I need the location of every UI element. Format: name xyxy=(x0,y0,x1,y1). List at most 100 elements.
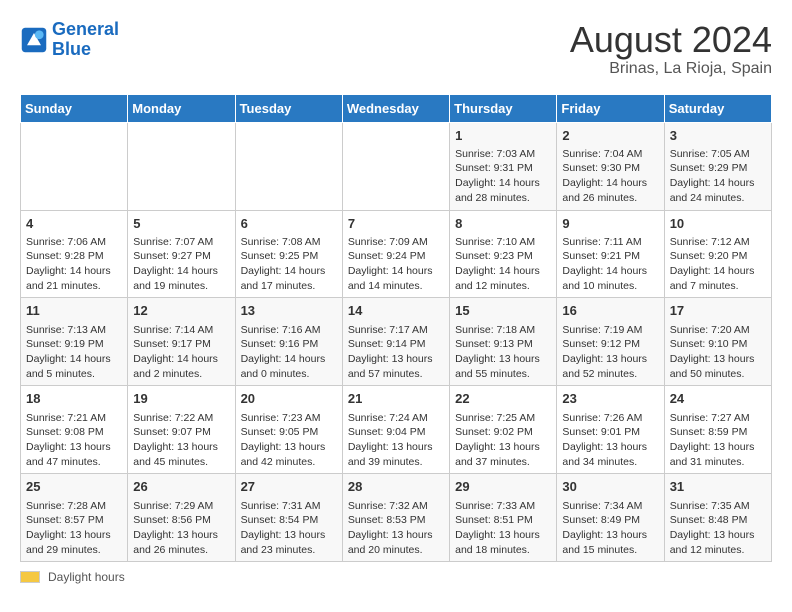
calendar-cell: 14Sunrise: 7:17 AM Sunset: 9:14 PM Dayli… xyxy=(342,298,449,386)
day-info: Sunrise: 7:19 AM Sunset: 9:12 PM Dayligh… xyxy=(562,323,658,382)
day-number: 5 xyxy=(133,215,229,233)
calendar-cell: 13 Sunrise: 7:16 AM Sunset: 9:16 PM Dayli… xyxy=(235,298,342,386)
day-info: Sunrise: 7:33 AM Sunset: 8:51 PM Dayligh… xyxy=(455,499,551,558)
logo: General Blue xyxy=(20,20,119,60)
day-number: 18 xyxy=(26,390,122,408)
day-number: 22 xyxy=(455,390,551,408)
day-info: Sunrise: 7:24 AM Sunset: 9:04 PM Dayligh… xyxy=(348,411,444,470)
calendar-cell: 26 Sunrise: 7:29 AM Sunset: 8:56 PM Dayli… xyxy=(128,474,235,562)
day-number: 15 xyxy=(455,302,551,320)
day-number: 28 xyxy=(348,478,444,496)
calendar-header: SundayMondayTuesdayWednesdayThursdayFrid… xyxy=(21,94,772,122)
day-info: Sunrise: 7:13 AM Sunset: 9:19 PM Dayligh… xyxy=(26,323,122,382)
day-number: 30 xyxy=(562,478,658,496)
day-info: Sunrise: 7:27 AM Sunset: 8:59 PM Dayligh… xyxy=(670,411,766,470)
weekday-header-monday: Monday xyxy=(128,94,235,122)
calendar-cell xyxy=(21,122,128,210)
day-info: Sunrise: 7:14 AM Sunset: 9:17 PM Dayligh… xyxy=(133,323,229,382)
calendar-cell: 15 Sunrise: 7:18 AM Sunset: 9:13 PM Dayli… xyxy=(450,298,557,386)
day-number: 4 xyxy=(26,215,122,233)
weekday-header-tuesday: Tuesday xyxy=(235,94,342,122)
logo-icon xyxy=(20,26,48,54)
day-info: Sunrise: 7:10 AM Sunset: 9:23 PM Dayligh… xyxy=(455,235,551,294)
day-number: 12 xyxy=(133,302,229,320)
day-number: 16 xyxy=(562,302,658,320)
day-info: Sunrise: 7:29 AM Sunset: 8:56 PM Dayligh… xyxy=(133,499,229,558)
day-number: 26 xyxy=(133,478,229,496)
calendar-cell: 25 Sunrise: 7:28 AM Sunset: 8:57 PM Dayli… xyxy=(21,474,128,562)
day-number: 3 xyxy=(670,127,766,145)
day-number: 7 xyxy=(348,215,444,233)
calendar-cell: 3 Sunrise: 7:05 AM Sunset: 9:29 PM Daylig… xyxy=(664,122,771,210)
day-info: Sunrise: 7:22 AM Sunset: 9:07 PM Dayligh… xyxy=(133,411,229,470)
calendar-cell: 22 Sunrise: 7:25 AM Sunset: 9:02 PM Dayli… xyxy=(450,386,557,474)
day-number: 29 xyxy=(455,478,551,496)
calendar-cell: 12 Sunrise: 7:14 AM Sunset: 9:17 PM Dayli… xyxy=(128,298,235,386)
daylight-label: Daylight hours xyxy=(48,570,125,584)
calendar-cell: 9 Sunrise: 7:11 AM Sunset: 9:21 PM Daylig… xyxy=(557,210,664,298)
logo-line2: Blue xyxy=(52,39,91,59)
day-info: Sunrise: 7:18 AM Sunset: 9:13 PM Dayligh… xyxy=(455,323,551,382)
weekday-header-row: SundayMondayTuesdayWednesdayThursdayFrid… xyxy=(21,94,772,122)
calendar-cell: 31 Sunrise: 7:35 AM Sunset: 8:48 PM Dayli… xyxy=(664,474,771,562)
day-number: 19 xyxy=(133,390,229,408)
calendar-cell xyxy=(128,122,235,210)
day-info: Sunrise: 7:09 AM Sunset: 9:24 PM Dayligh… xyxy=(348,235,444,294)
day-number: 14 xyxy=(348,302,444,320)
day-info: Sunrise: 7:11 AM Sunset: 9:21 PM Dayligh… xyxy=(562,235,658,294)
daylight-color-box xyxy=(20,571,40,583)
page-title: August 2024 xyxy=(570,20,772,60)
calendar-cell: 20Sunrise: 7:23 AM Sunset: 9:05 PM Dayli… xyxy=(235,386,342,474)
day-number: 21 xyxy=(348,390,444,408)
calendar-cell: 28Sunrise: 7:32 AM Sunset: 8:53 PM Dayli… xyxy=(342,474,449,562)
calendar-cell: 2Sunrise: 7:04 AM Sunset: 9:30 PM Daylig… xyxy=(557,122,664,210)
calendar-cell: 23Sunrise: 7:26 AM Sunset: 9:01 PM Dayli… xyxy=(557,386,664,474)
calendar-cell: 17Sunrise: 7:20 AM Sunset: 9:10 PM Dayli… xyxy=(664,298,771,386)
calendar-cell: 8Sunrise: 7:10 AM Sunset: 9:23 PM Daylig… xyxy=(450,210,557,298)
calendar-body: 1Sunrise: 7:03 AM Sunset: 9:31 PM Daylig… xyxy=(21,122,772,562)
calendar-cell: 24 Sunrise: 7:27 AM Sunset: 8:59 PM Dayli… xyxy=(664,386,771,474)
day-info: Sunrise: 7:23 AM Sunset: 9:05 PM Dayligh… xyxy=(241,411,337,470)
day-info: Sunrise: 7:08 AM Sunset: 9:25 PM Dayligh… xyxy=(241,235,337,294)
calendar-cell: 27Sunrise: 7:31 AM Sunset: 8:54 PM Dayli… xyxy=(235,474,342,562)
calendar-cell: 29 Sunrise: 7:33 AM Sunset: 8:51 PM Dayli… xyxy=(450,474,557,562)
footer-note: Daylight hours xyxy=(20,570,772,584)
day-info: Sunrise: 7:26 AM Sunset: 9:01 PM Dayligh… xyxy=(562,411,658,470)
day-info: Sunrise: 7:16 AM Sunset: 9:16 PM Dayligh… xyxy=(241,323,337,382)
day-number: 31 xyxy=(670,478,766,496)
calendar-cell: 4 Sunrise: 7:06 AM Sunset: 9:28 PM Daylig… xyxy=(21,210,128,298)
calendar-cell: 16 Sunrise: 7:19 AM Sunset: 9:12 PM Dayli… xyxy=(557,298,664,386)
logo-line1: General xyxy=(52,19,119,39)
day-number: 25 xyxy=(26,478,122,496)
day-info: Sunrise: 7:25 AM Sunset: 9:02 PM Dayligh… xyxy=(455,411,551,470)
day-number: 27 xyxy=(241,478,337,496)
page-header: General Blue August 2024 Brinas, La Rioj… xyxy=(20,20,772,78)
day-number: 2 xyxy=(562,127,658,145)
day-number: 6 xyxy=(241,215,337,233)
logo-text: General Blue xyxy=(52,20,119,60)
title-block: August 2024 Brinas, La Rioja, Spain xyxy=(570,20,772,78)
day-number: 9 xyxy=(562,215,658,233)
calendar-week-5: 25 Sunrise: 7:28 AM Sunset: 8:57 PM Dayli… xyxy=(21,474,772,562)
weekday-header-friday: Friday xyxy=(557,94,664,122)
day-info: Sunrise: 7:06 AM Sunset: 9:28 PM Dayligh… xyxy=(26,235,122,294)
calendar-cell: 21 Sunrise: 7:24 AM Sunset: 9:04 PM Dayli… xyxy=(342,386,449,474)
weekday-header-wednesday: Wednesday xyxy=(342,94,449,122)
day-info: Sunrise: 7:05 AM Sunset: 9:29 PM Dayligh… xyxy=(670,147,766,206)
day-info: Sunrise: 7:07 AM Sunset: 9:27 PM Dayligh… xyxy=(133,235,229,294)
calendar-cell: 19 Sunrise: 7:22 AM Sunset: 9:07 PM Dayli… xyxy=(128,386,235,474)
calendar-cell xyxy=(235,122,342,210)
weekday-header-thursday: Thursday xyxy=(450,94,557,122)
calendar-cell: 1Sunrise: 7:03 AM Sunset: 9:31 PM Daylig… xyxy=(450,122,557,210)
calendar-week-2: 4 Sunrise: 7:06 AM Sunset: 9:28 PM Daylig… xyxy=(21,210,772,298)
day-info: Sunrise: 7:35 AM Sunset: 8:48 PM Dayligh… xyxy=(670,499,766,558)
day-number: 10 xyxy=(670,215,766,233)
day-number: 24 xyxy=(670,390,766,408)
page-subtitle: Brinas, La Rioja, Spain xyxy=(570,60,772,78)
day-info: Sunrise: 7:03 AM Sunset: 9:31 PM Dayligh… xyxy=(455,147,551,206)
day-info: Sunrise: 7:28 AM Sunset: 8:57 PM Dayligh… xyxy=(26,499,122,558)
day-number: 13 xyxy=(241,302,337,320)
day-number: 11 xyxy=(26,302,122,320)
day-info: Sunrise: 7:20 AM Sunset: 9:10 PM Dayligh… xyxy=(670,323,766,382)
calendar-cell: 11 Sunrise: 7:13 AM Sunset: 9:19 PM Dayli… xyxy=(21,298,128,386)
